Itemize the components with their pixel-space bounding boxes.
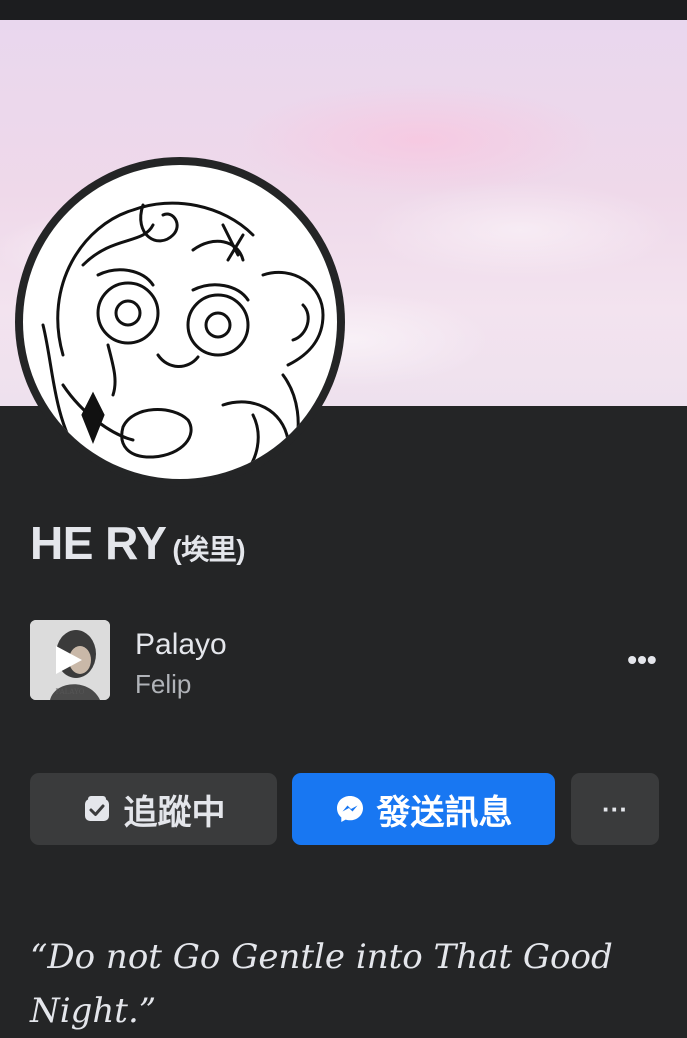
following-check-icon	[82, 794, 112, 824]
following-label: 追蹤中	[123, 793, 226, 832]
profile-avatar[interactable]	[15, 157, 345, 487]
send-message-label: 發送訊息	[376, 793, 513, 832]
album-art-play-button[interactable]: PALAYO	[30, 620, 110, 700]
track-title: Palayo	[135, 628, 227, 661]
profile-alternate-name: (埃里)	[172, 534, 246, 565]
profile-music[interactable]: PALAYO Palayo Felip •••	[30, 620, 660, 702]
album-art-text: PALAYO	[56, 688, 85, 696]
track-artist: Felip	[135, 669, 192, 699]
profile-name: HE RY	[30, 517, 167, 569]
avatar-drawing	[23, 165, 337, 479]
more-options-button[interactable]: ···	[571, 773, 659, 845]
more-horizontal-icon[interactable]: •••	[622, 646, 662, 674]
profile-bio: “Do not Go Gentle into That Good Night.”	[30, 937, 613, 1031]
status-bar	[0, 0, 687, 20]
more-options-icon: ···	[602, 793, 628, 824]
profile-name-heading: HE RY (埃里)	[30, 516, 246, 570]
messenger-icon	[335, 794, 365, 824]
following-button[interactable]: 追蹤中	[30, 773, 277, 845]
send-message-button[interactable]: 發送訊息	[292, 773, 555, 845]
